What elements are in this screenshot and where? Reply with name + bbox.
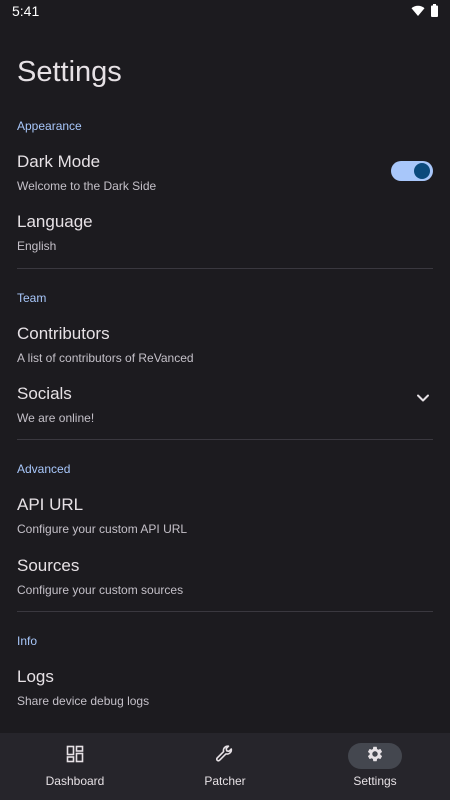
setting-subtitle: Welcome to the Dark Side [17,179,157,193]
setting-title: Socials [17,384,72,403]
section-divider [17,268,433,269]
setting-subtitle: English [17,239,57,253]
setting-api-url[interactable]: API URL Configure your custom API URL [0,495,450,553]
setting-title: Dark Mode [17,152,101,171]
nav-label: Dashboard [45,774,105,788]
setting-sources[interactable]: Sources Configure your custom sources [0,556,450,614]
setting-logs[interactable]: Logs Share device debug logs [0,667,450,725]
section-header-advanced: Advanced [17,462,71,476]
page-title: Settings [17,56,122,88]
nav-item-dashboard[interactable]: Dashboard [0,733,150,800]
nav-label: Patcher [204,774,246,788]
status-time: 5:41 [12,3,40,19]
settings-scroll-content[interactable]: 5:41 Settings Appearance Dark Mode Welco… [0,0,450,733]
section-header-team: Team [17,291,47,305]
section-divider [17,439,433,440]
setting-title: API URL [17,495,84,514]
setting-subtitle: Configure your custom API URL [17,522,188,536]
section-divider [17,611,433,612]
section-header-info: Info [17,634,38,648]
status-bar: 5:41 [0,0,450,24]
setting-subtitle: Configure your custom sources [17,583,184,597]
gear-icon [366,745,384,768]
setting-contributors[interactable]: Contributors A list of contributors of R… [0,324,450,382]
section-header-appearance: Appearance [17,119,82,133]
setting-socials[interactable]: Socials We are online! [0,384,450,442]
battery-icon [431,4,438,22]
nav-item-settings[interactable]: Settings [300,733,450,800]
setting-language[interactable]: Language English [0,212,450,270]
setting-title: Sources [17,556,80,575]
setting-subtitle: We are online! [17,411,95,425]
setting-title: Logs [17,667,54,686]
settings-screen: 5:41 Settings Appearance Dark Mode Welco… [0,0,450,800]
chevron-down-icon[interactable] [416,391,430,405]
nav-item-patcher[interactable]: Patcher [150,733,300,800]
wifi-icon [411,4,425,22]
nav-icon-container [198,743,252,769]
setting-title: Language [17,212,93,231]
dashboard-icon [66,745,84,768]
nav-icon-container-active [348,743,402,769]
setting-subtitle: Share device debug logs [17,694,150,708]
setting-subtitle: A list of contributors of ReVanced [17,351,194,365]
wrench-icon [215,744,235,769]
nav-icon-container [48,743,102,769]
setting-dark-mode[interactable]: Dark Mode Welcome to the Dark Side [0,152,450,210]
status-icons [411,4,438,22]
toggle-thumb [414,163,430,179]
setting-title: Contributors [17,324,110,343]
bottom-navigation: Dashboard Patcher Settings [0,733,450,800]
nav-label: Settings [353,774,397,788]
dark-mode-toggle[interactable] [391,161,433,181]
